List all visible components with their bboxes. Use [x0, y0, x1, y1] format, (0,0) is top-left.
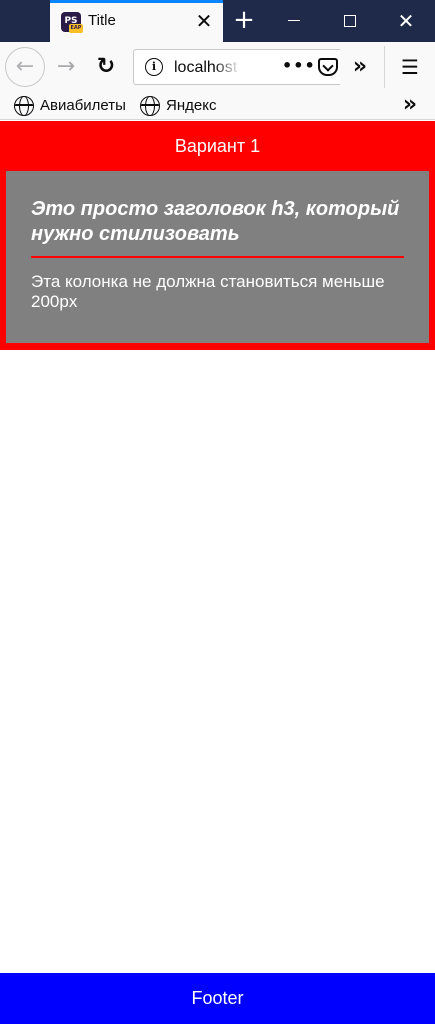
- minimize-icon: [288, 20, 300, 21]
- variant-section: Вариант 1 Это просто заголовок h3, котор…: [0, 121, 435, 350]
- back-button[interactable]: ←: [5, 47, 45, 87]
- page-actions-button[interactable]: •••: [282, 55, 315, 79]
- heading-underline: [31, 256, 404, 258]
- navigation-toolbar: ← → ↻ i localhost ••• » ☰: [0, 42, 435, 92]
- bookmark-label: Яндекс: [166, 97, 217, 114]
- globe-icon: [140, 96, 160, 116]
- toolbar-separator: [384, 46, 385, 88]
- bookmarks-overflow-button[interactable]: »: [396, 92, 424, 118]
- bookmark-label: Авиабилеты: [40, 97, 126, 114]
- url-fade: [214, 54, 240, 80]
- reload-button[interactable]: ↻: [92, 52, 120, 82]
- card-heading: Это просто заголовок h3, который нужно с…: [31, 198, 400, 245]
- url-bar[interactable]: i localhost •••: [133, 49, 373, 85]
- maximize-icon: [344, 15, 356, 27]
- pocket-icon[interactable]: [318, 58, 338, 76]
- tab-close-icon[interactable]: ✕: [192, 9, 216, 33]
- forward-button[interactable]: →: [52, 52, 80, 82]
- browser-titlebar: PS EAP Title ✕ + ✕: [0, 0, 435, 42]
- maximize-button[interactable]: [335, 6, 365, 36]
- page-footer: Footer: [0, 973, 435, 1024]
- new-tab-button[interactable]: +: [229, 6, 259, 36]
- favicon-badge: EAP: [69, 24, 83, 33]
- card-text: Эта колонка не должна становиться меньше…: [31, 272, 385, 311]
- site-info-icon[interactable]: i: [145, 58, 163, 76]
- phpstorm-favicon-icon: PS EAP: [61, 12, 83, 33]
- window-close-button[interactable]: ✕: [391, 6, 421, 36]
- hamburger-menu-button[interactable]: ☰: [396, 52, 424, 82]
- footer-text: Footer: [191, 988, 244, 1008]
- browser-tab[interactable]: PS EAP Title ✕: [50, 0, 223, 42]
- variant-title: Вариант 1: [174, 136, 261, 156]
- globe-icon: [14, 96, 34, 116]
- minimize-button[interactable]: [279, 6, 309, 36]
- content-card: Это просто заголовок h3, который нужно с…: [6, 171, 429, 343]
- bookmarks-toolbar: Авиабилеты Яндекс »: [0, 92, 435, 120]
- toolbar-overflow-button[interactable]: »: [346, 52, 374, 82]
- tab-title: Title: [88, 12, 116, 29]
